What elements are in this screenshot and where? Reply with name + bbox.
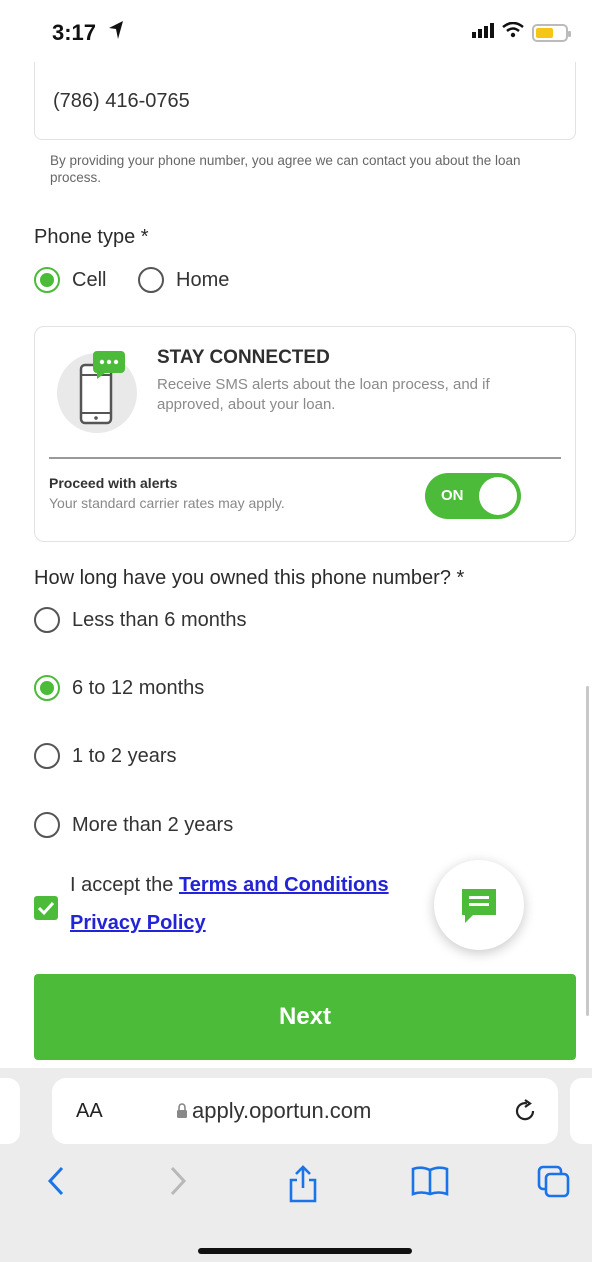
- ownership-label: How long have you owned this phone numbe…: [34, 567, 465, 589]
- next-button[interactable]: Next: [34, 974, 576, 1060]
- phone-number-value: (786) 416-0765: [53, 90, 190, 112]
- privacy-line: Privacy Policy: [70, 912, 206, 935]
- next-tab-pill[interactable]: [570, 1078, 592, 1144]
- radio-6-12-months-label: 6 to 12 months: [72, 676, 205, 699]
- radio-1-2-years-label: 1 to 2 years: [72, 744, 177, 767]
- radio-6-12-months[interactable]: [34, 675, 60, 701]
- radio-more-2-years[interactable]: [34, 812, 60, 838]
- phone-message-icon: [57, 337, 141, 441]
- phone-type-home-option[interactable]: Home: [138, 267, 229, 293]
- radio-more-2-years-label: More than 2 years: [72, 813, 234, 836]
- chat-button[interactable]: [434, 860, 524, 950]
- home-indicator: [198, 1248, 412, 1254]
- back-icon[interactable]: [42, 1164, 70, 1203]
- proceed-alerts-title: Proceed with alerts: [49, 475, 178, 491]
- stay-connected-title: STAY CONNECTED: [157, 347, 330, 368]
- status-icons: [472, 21, 571, 43]
- wifi-icon: [502, 21, 524, 43]
- location-arrow-icon: [108, 19, 124, 46]
- phone-number-field[interactable]: (786) 416-0765: [34, 62, 576, 140]
- radio-less-6-months-label: Less than 6 months: [72, 608, 247, 631]
- stay-connected-text: Receive SMS alerts about the loan proces…: [157, 376, 490, 413]
- radio-cell-label: Cell: [72, 268, 107, 291]
- terms-checkbox[interactable]: [34, 896, 58, 920]
- toggle-on-label: ON: [441, 487, 464, 504]
- chat-icon: [462, 889, 496, 923]
- forward-icon[interactable]: [164, 1164, 192, 1203]
- reload-icon[interactable]: [512, 1098, 538, 1129]
- battery-icon: [532, 23, 571, 42]
- phone-type-cell-option[interactable]: Cell: [34, 267, 106, 293]
- status-bar: 3:17: [0, 0, 592, 62]
- previous-tab-pill[interactable]: [0, 1078, 20, 1144]
- lock-icon: [176, 1103, 188, 1124]
- phone-consent-note: By providing your phone number, you agre…: [50, 153, 521, 185]
- scroll-indicator: [586, 686, 589, 1016]
- alerts-toggle[interactable]: ON: [425, 473, 521, 519]
- ownership-option-more-2[interactable]: More than 2 years: [34, 812, 233, 838]
- browser-toolbar: AA apply.oportun.com: [0, 1068, 592, 1262]
- radio-1-2-years[interactable]: [34, 743, 60, 769]
- browser-nav-row: [0, 1164, 592, 1214]
- text-size-button[interactable]: AA: [76, 1100, 103, 1123]
- card-divider: [49, 457, 561, 459]
- bookmarks-icon[interactable]: [410, 1164, 450, 1203]
- status-time: 3:17: [52, 20, 97, 45]
- ownership-option-less-6[interactable]: Less than 6 months: [34, 607, 247, 633]
- ownership-option-6-12[interactable]: 6 to 12 months: [34, 675, 204, 701]
- proceed-alerts-subtitle: Your standard carrier rates may apply.: [49, 495, 285, 511]
- terms-text-line: I accept the Terms and Conditions: [70, 874, 389, 897]
- sms-alerts-card: STAY CONNECTED Receive SMS alerts about …: [34, 326, 576, 542]
- terms-prefix: I accept the: [70, 874, 179, 896]
- radio-home[interactable]: [138, 267, 164, 293]
- share-icon[interactable]: [286, 1164, 320, 1209]
- radio-less-6-months[interactable]: [34, 607, 60, 633]
- terms-and-conditions-link[interactable]: Terms and Conditions: [179, 874, 389, 896]
- url-text: apply.oportun.com: [192, 1098, 372, 1123]
- privacy-policy-link[interactable]: Privacy Policy: [70, 912, 206, 934]
- toggle-knob: [479, 477, 517, 515]
- tabs-icon[interactable]: [536, 1164, 572, 1205]
- phone-type-label: Phone type *: [34, 226, 149, 248]
- ownership-option-1-2[interactable]: 1 to 2 years: [34, 743, 177, 769]
- radio-home-label: Home: [176, 268, 230, 291]
- cellular-signal-icon: [472, 22, 494, 43]
- address-bar[interactable]: AA apply.oportun.com: [52, 1078, 558, 1144]
- radio-cell[interactable]: [34, 267, 60, 293]
- checkmark-icon: [37, 901, 55, 916]
